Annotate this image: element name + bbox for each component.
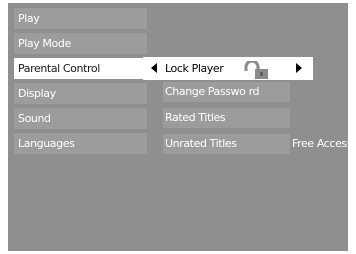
submenu-item-rated-titles[interactable]: Rated Titles [163, 108, 290, 128]
menu-item-play-mode[interactable]: Play Mode [14, 33, 147, 54]
menu-item-sound[interactable]: Sound [14, 108, 147, 129]
menu-item-languages[interactable]: Languages [14, 133, 147, 154]
unlocked-padlock-icon [244, 61, 268, 79]
arrow-right-icon[interactable] [296, 63, 302, 73]
submenu-item-change-password[interactable]: Change Passwo rd [163, 82, 290, 102]
menu-item-parental-control[interactable]: Parental Control [14, 58, 147, 79]
menu-item-display[interactable]: Display [14, 83, 147, 104]
lock-player-label: Lock Player [165, 62, 224, 75]
unrated-titles-value: Free Access [292, 137, 348, 150]
menu-item-play[interactable]: Play [14, 8, 147, 29]
arrow-left-icon[interactable] [151, 63, 157, 73]
dvd-setup-screen: Play Play Mode Parental Control Display … [8, 3, 348, 251]
submenu-item-unrated-titles[interactable]: Unrated Titles [163, 134, 290, 154]
